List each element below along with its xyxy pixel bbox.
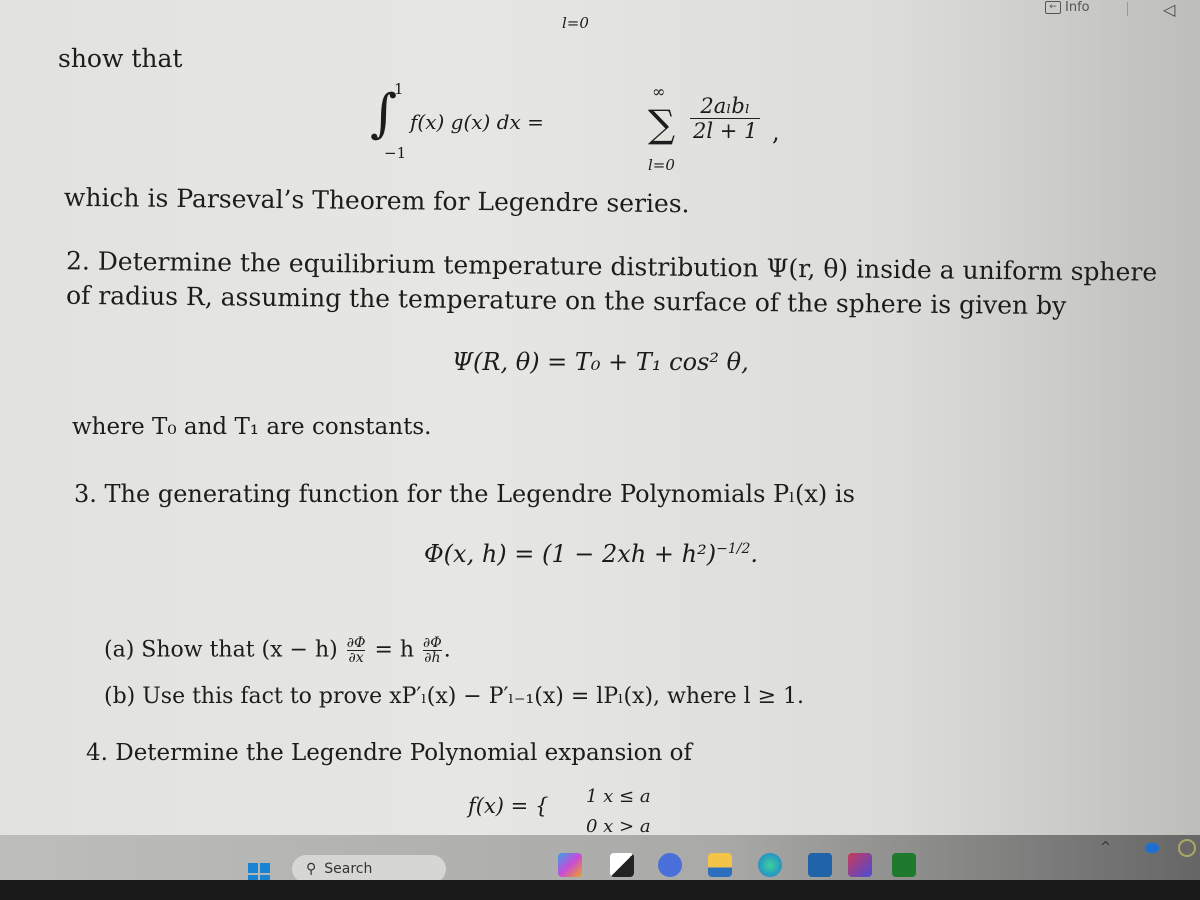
file-explorer-icon[interactable] <box>708 853 732 877</box>
chat-app-icon[interactable] <box>658 853 682 877</box>
case-1: 1 x ≤ a <box>586 786 651 807</box>
collapse-left-icon[interactable]: ◁ <box>1163 0 1175 19</box>
search-placeholder: Search <box>324 861 373 877</box>
search-icon: ⚲ <box>306 861 317 877</box>
exponent: −1/2 <box>716 541 751 557</box>
taskbar-search[interactable]: ⚲ Search <box>292 855 446 883</box>
frac-den: ∂h <box>424 650 441 666</box>
partial-h-fraction: ∂Φ ∂h <box>423 636 442 665</box>
problem-3-line-1: 3. The generating function for the Legen… <box>74 480 855 508</box>
parseval-fraction: 2aₗbₗ 2l + 1 <box>690 94 761 143</box>
colorful-app-icon[interactable] <box>1178 839 1196 857</box>
frac-den: ∂x <box>348 650 364 666</box>
case-2: 0 x > a <box>586 816 651 837</box>
task-view-icon[interactable] <box>610 853 634 877</box>
monitor-bezel <box>0 880 1200 900</box>
problem-2-equation: Ψ(R, θ) = T₀ + T₁ cos² θ, <box>452 348 749 376</box>
period: . <box>443 637 451 663</box>
media-app-icon[interactable] <box>848 853 872 877</box>
parseval-equation: ∫ 1 −1 f(x) g(x) dx = ∞ ∑ l=0 2aₗbₗ 2l +… <box>370 78 810 178</box>
part-a-text: (a) Show that (x − h) <box>104 637 338 663</box>
generating-function: Φ(x, h) = (1 − 2xh + h²) <box>424 540 717 568</box>
parseval-caption: which is Parseval’s Theorem for Legendre… <box>63 182 690 219</box>
xbox-app-icon[interactable] <box>892 853 916 877</box>
problem-3-part-a: (a) Show that (x − h) ∂Φ ∂x = h ∂Φ ∂h. <box>104 636 451 665</box>
integral-lower: −1 <box>384 144 407 162</box>
show-that-text: show that <box>58 44 183 73</box>
frac-num: ∂Φ <box>346 635 366 651</box>
part-a-mid: = h <box>374 637 415 663</box>
sum-upper: ∞ <box>652 82 666 101</box>
onedrive-icon[interactable] <box>1145 843 1159 853</box>
toolbar-divider <box>1127 2 1128 16</box>
copilot-app-icon[interactable] <box>558 853 582 877</box>
info-button[interactable]: ← Info <box>1045 0 1090 15</box>
denominator: 2l + 1 <box>693 119 758 143</box>
sum-sign: ∑ <box>648 102 676 146</box>
problem-4-equation: f(x) = { 1 x ≤ a 0 x > a <box>468 786 651 837</box>
document-viewer: ← Info ◁ l=0 show that ∫ 1 −1 f(x) g(x) … <box>0 0 1200 840</box>
integrand: f(x) g(x) dx = <box>410 110 544 134</box>
info-label: Info <box>1065 0 1090 15</box>
integral-upper: 1 <box>394 80 404 98</box>
problem-4-line-1: 4. Determine the Legendre Polynomial exp… <box>86 740 692 766</box>
partial-x-fraction: ∂Φ ∂x <box>346 635 366 666</box>
frac-num: ∂Φ <box>423 635 442 651</box>
sum-lower: l=0 <box>648 156 675 174</box>
period: . <box>750 540 758 568</box>
microsoft-store-icon[interactable] <box>808 853 832 877</box>
problem-2-line-1: 2. Determine the equilibrium temperature… <box>65 246 1158 287</box>
numerator: 2aₗbₗ <box>690 94 761 119</box>
sum-index-fragment: l=0 <box>562 14 589 32</box>
panel-arrow-icon: ← <box>1045 1 1061 14</box>
edge-browser-icon[interactable] <box>758 853 782 877</box>
problem-2-where: where T₀ and T₁ are constants. <box>72 414 432 440</box>
comma: , <box>772 118 780 146</box>
chevron-up-icon[interactable]: ^ <box>1100 840 1111 855</box>
piecewise-lhs: f(x) = { <box>468 794 549 818</box>
problem-3-equation: Φ(x, h) = (1 − 2xh + h²)−1/2. <box>424 540 758 568</box>
problem-3-part-b: (b) Use this fact to prove xP′ₗ(x) − P′ₗ… <box>104 684 805 709</box>
problem-2-line-2: of radius R, assuming the temperature on… <box>65 280 1067 321</box>
